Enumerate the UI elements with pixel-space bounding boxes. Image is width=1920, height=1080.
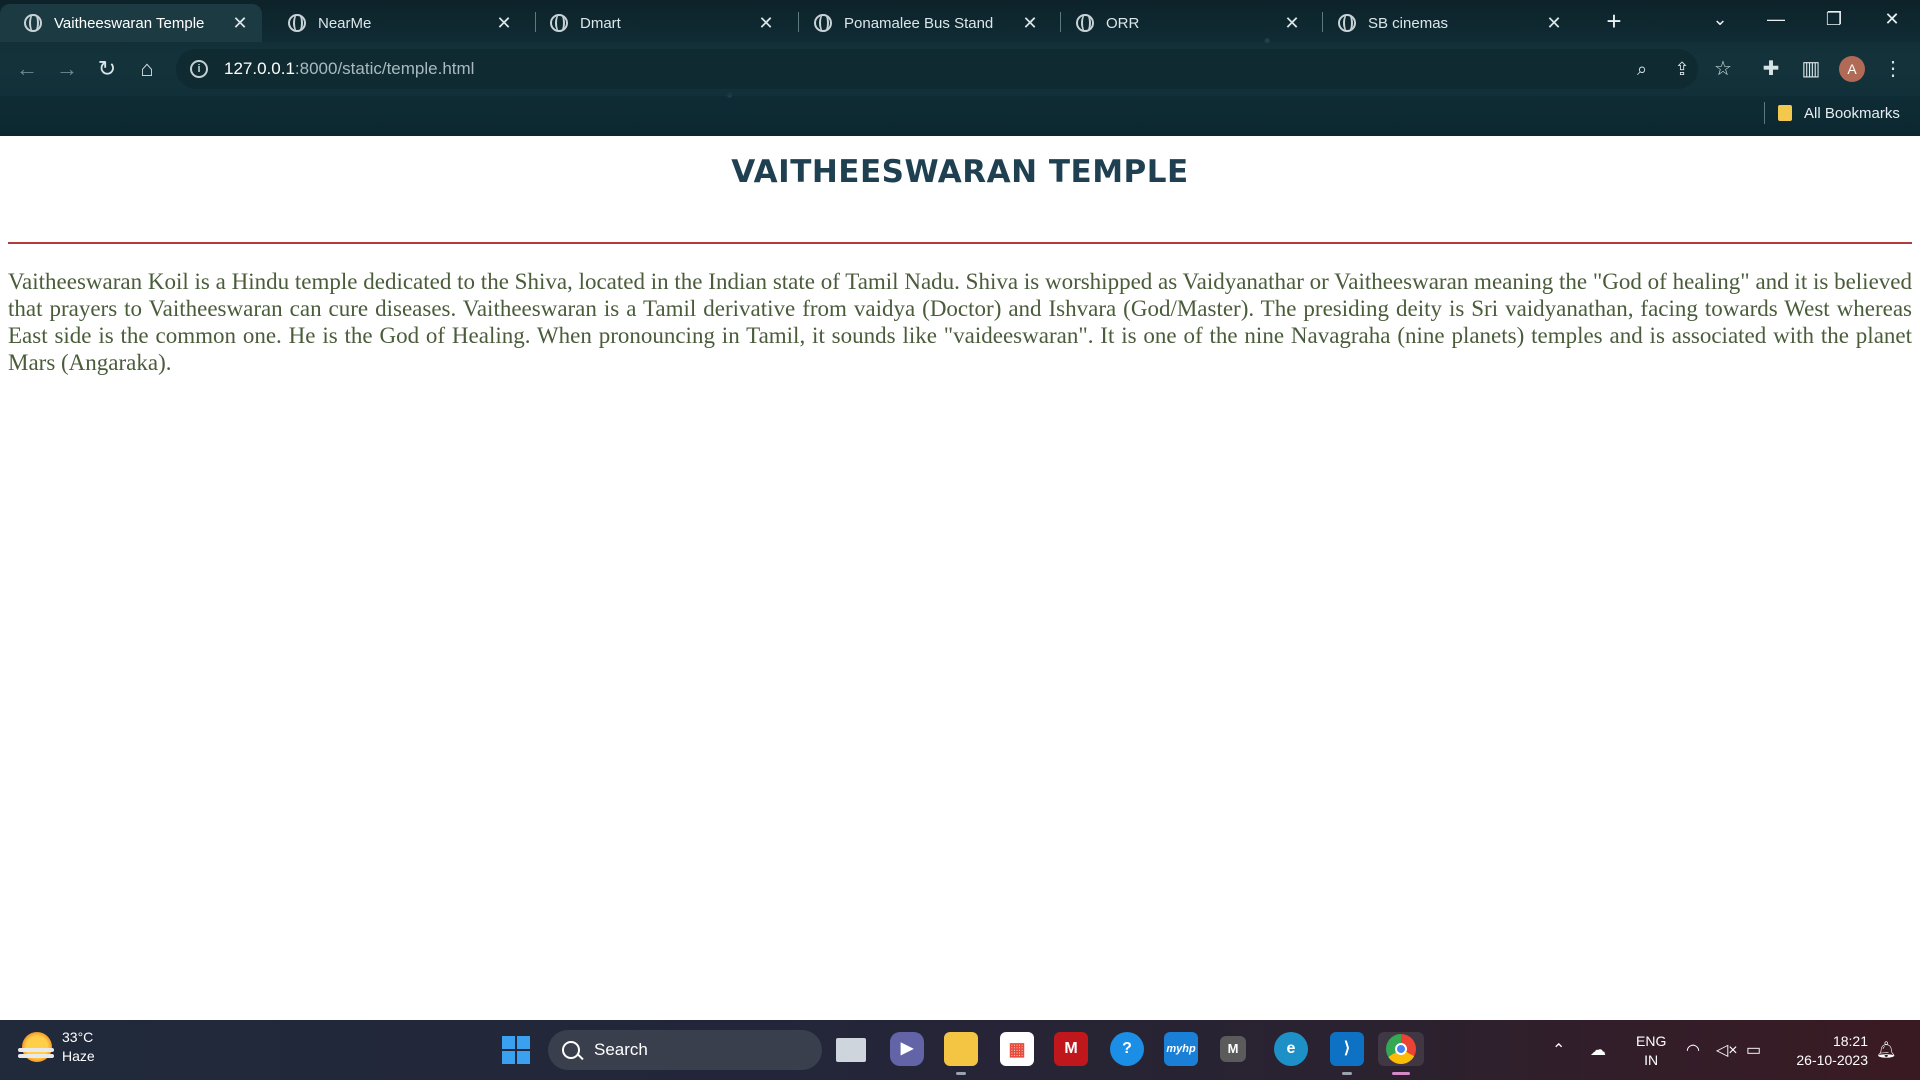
globe-icon (550, 14, 568, 32)
show-hidden-icons[interactable]: ⌃ (1552, 1020, 1565, 1080)
language-indicator[interactable]: ENG IN (1636, 1032, 1666, 1070)
globe-icon (1338, 14, 1356, 32)
tab-vaitheeswaran-temple[interactable]: Vaitheeswaran Temple ✕ (0, 4, 262, 42)
windows-start-icon[interactable] (502, 1036, 530, 1064)
address-bar[interactable]: i 127.0.0.1 :8000/static/temple.html ⌕ ⇪ (176, 49, 1698, 89)
clock-date: 26-10-2023 (1796, 1052, 1868, 1068)
share-icon[interactable]: ⇪ (1670, 57, 1694, 81)
tab-title: Vaitheeswaran Temple (54, 14, 205, 32)
file-explorer-icon[interactable] (944, 1032, 978, 1075)
bookmarks-separator (1764, 102, 1765, 124)
close-window-button[interactable]: ✕ (1864, 0, 1920, 40)
page-title: VAITHEESWARAN TEMPLE (731, 154, 1189, 190)
bookmark-star-icon[interactable]: ☆ (1706, 52, 1740, 86)
temple-description: Vaitheeswaran Koil is a Hindu temple ded… (8, 269, 1912, 375)
tab-search-icon[interactable]: ⌄ (1692, 0, 1748, 40)
tab-ponamalee-bus-stand[interactable]: Ponamalee Bus Stand ✕ (790, 4, 1052, 42)
myhp-icon[interactable]: myhp (1164, 1032, 1198, 1066)
teams-icon[interactable]: ▶ (890, 1032, 924, 1066)
tab-title: Ponamalee Bus Stand (844, 14, 994, 32)
vscode-icon[interactable]: ⟩ (1330, 1032, 1364, 1075)
taskbar: 33°C Haze Search ▶ ▦ M ? myhp M e ⟩ ⌃ ☁ … (0, 1020, 1920, 1080)
globe-icon (24, 14, 42, 32)
home-button[interactable]: ⌂ (130, 52, 164, 86)
tab-title: SB cinemas (1368, 14, 1449, 32)
forward-button[interactable]: → (50, 52, 84, 86)
close-icon[interactable]: ✕ (756, 13, 776, 34)
new-tab-button[interactable]: + (1598, 6, 1630, 38)
all-bookmarks-label: All Bookmarks (1804, 104, 1900, 122)
profile-avatar[interactable]: A (1839, 56, 1865, 82)
search-icon (562, 1041, 580, 1059)
clock-time: 18:21 (1832, 1033, 1868, 1049)
close-icon[interactable]: ✕ (1020, 13, 1040, 34)
onedrive-icon[interactable]: ☁ (1590, 1020, 1606, 1080)
zoom-icon[interactable]: ⌕ (1630, 57, 1654, 81)
restore-button[interactable]: ❐ (1806, 0, 1862, 40)
tab-dmart[interactable]: Dmart ✕ (526, 4, 788, 42)
notification-bell-icon[interactable]: 🔔︎ (1876, 1020, 1896, 1080)
volume-muted-icon[interactable]: ◁× (1716, 1020, 1738, 1080)
weather-temp: 33°C (62, 1029, 94, 1045)
clock[interactable]: 18:21 26-10-2023 (1788, 1032, 1868, 1070)
globe-icon (288, 14, 306, 32)
mcafee-icon[interactable]: M (1054, 1032, 1088, 1066)
all-bookmarks-button[interactable]: All Bookmarks (1778, 100, 1900, 126)
taskbar-search[interactable]: Search (548, 1030, 822, 1070)
page-content: VAITHEESWARAN TEMPLE Vaitheeswaran Koil … (0, 136, 1920, 1020)
search-label: Search (594, 1040, 648, 1059)
browser-toolbar: ← → ↻ ⌂ i 127.0.0.1 :8000/static/temple.… (0, 42, 1920, 96)
tab-strip: Vaitheeswaran Temple ✕ NearMe ✕ Dmart ✕ … (0, 0, 1920, 42)
tab-orr[interactable]: ORR ✕ (1052, 4, 1314, 42)
folder-icon (1778, 105, 1792, 121)
tab-sb-cinemas[interactable]: SB cinemas ✕ (1314, 4, 1576, 42)
tab-title: ORR (1106, 14, 1140, 32)
globe-icon (814, 14, 832, 32)
weather-widget[interactable]: 33°C Haze (18, 1028, 95, 1066)
task-view-icon[interactable] (836, 1038, 866, 1062)
battery-icon[interactable]: ▭ (1746, 1020, 1761, 1080)
tab-title: Dmart (580, 14, 621, 32)
extensions-icon[interactable]: ✚ (1754, 52, 1788, 86)
tab-title: NearMe (318, 14, 372, 32)
minimize-button[interactable]: — (1748, 0, 1804, 40)
m-app-icon[interactable]: M (1220, 1036, 1246, 1062)
weather-haze-icon (18, 1032, 54, 1062)
browser-chrome: Vaitheeswaran Temple ✕ NearMe ✕ Dmart ✕ … (0, 0, 1920, 136)
close-icon[interactable]: ✕ (1282, 13, 1302, 34)
side-panel-icon[interactable]: ▥ (1794, 52, 1828, 86)
weather-condition: Haze (62, 1048, 95, 1064)
region-code: IN (1644, 1052, 1659, 1068)
edge-icon[interactable]: e (1274, 1032, 1308, 1066)
tab-nearme[interactable]: NearMe ✕ (264, 4, 526, 42)
reload-button[interactable]: ↻ (90, 52, 124, 86)
language-code: ENG (1636, 1033, 1667, 1049)
microsoft-store-icon[interactable]: ▦ (1000, 1032, 1034, 1066)
back-button[interactable]: ← (10, 52, 44, 86)
globe-icon (1076, 14, 1094, 32)
site-info-icon[interactable]: i (190, 60, 208, 78)
close-icon[interactable]: ✕ (494, 13, 514, 34)
divider (8, 242, 1912, 244)
menu-icon[interactable]: ⋮ (1876, 52, 1910, 86)
address-path: :8000/static/temple.html (294, 59, 475, 78)
help-icon[interactable]: ? (1110, 1032, 1144, 1066)
address-host: 127.0.0.1 (224, 59, 295, 78)
close-icon[interactable]: ✕ (1544, 13, 1564, 34)
close-icon[interactable]: ✕ (230, 13, 250, 34)
chrome-icon[interactable] (1378, 1032, 1424, 1075)
wifi-icon[interactable]: ◠ (1686, 1020, 1700, 1080)
